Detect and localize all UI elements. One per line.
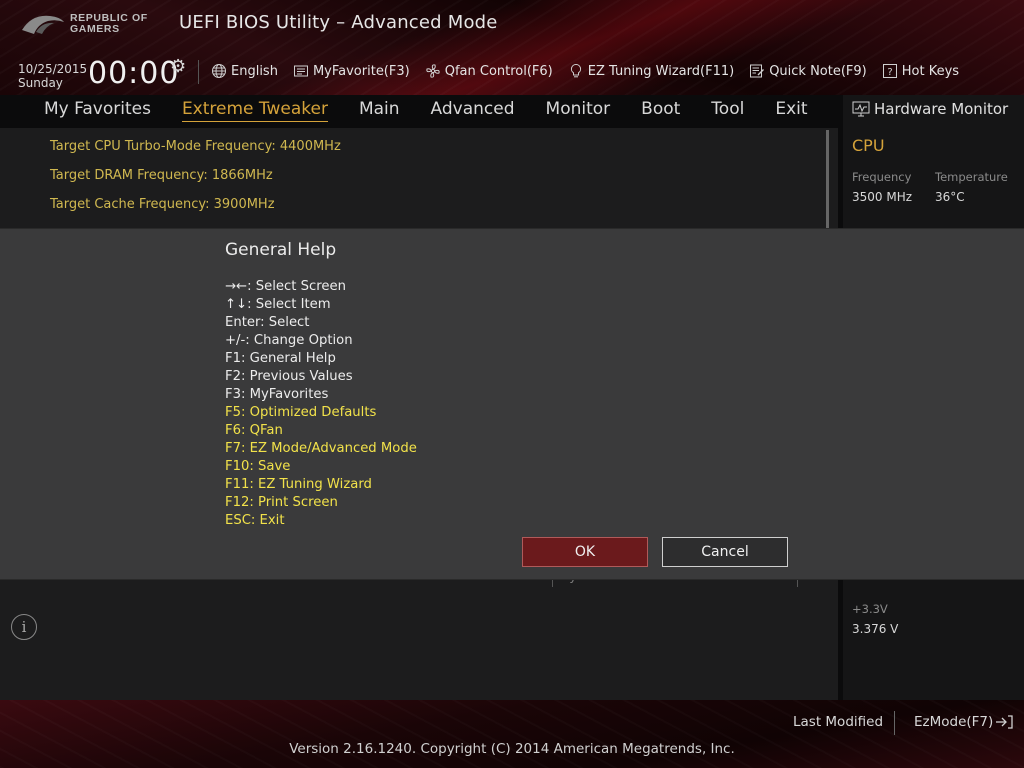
help-line: →←: Select Screen [225, 279, 346, 294]
ez-tuning-button[interactable]: EZ Tuning Wizard(F11) [567, 62, 734, 80]
rog-eye-icon [22, 15, 64, 34]
date-value: 10/25/2015 [18, 62, 88, 76]
logo-line2: GAMERS [70, 23, 120, 35]
hw-section-cpu: CPU [852, 136, 885, 155]
hot-keys-label: Hot Keys [901, 63, 960, 79]
help-line: F12: Print Screen [225, 495, 338, 510]
question-icon: ? [881, 62, 899, 80]
ez-mode-label: EzMode(F7) [914, 714, 994, 730]
copyright-text: Version 2.16.1240. Copyright (C) 2014 Am… [289, 741, 735, 757]
help-line: F2: Previous Values [225, 369, 353, 384]
app-title: UEFI BIOS Utility – Advanced Mode [179, 12, 498, 33]
help-line: F6: QFan [225, 423, 283, 438]
language-label: English [231, 63, 278, 79]
svg-text:?: ? [887, 67, 892, 78]
toolbar: English MyFavorite(F3) Qfan Control(F6) … [210, 60, 973, 82]
dialog-title: General Help [225, 240, 337, 260]
quick-note-label: Quick Note(F9) [769, 63, 867, 79]
help-line: F1: General Help [225, 351, 336, 366]
hw-voltage-value: 3.376 V [852, 622, 899, 636]
exit-arrow-icon [996, 715, 1013, 729]
tab-my-favorites[interactable]: My Favorites [44, 99, 151, 122]
fan-icon [424, 62, 442, 80]
day-value: Sunday [18, 76, 63, 90]
monitor-icon [852, 101, 870, 117]
hw-voltage-label: +3.3V [852, 602, 888, 616]
footer-background [0, 700, 1024, 768]
settings-scrollbar[interactable] [826, 130, 829, 230]
setting-item-cpu-turbo[interactable]: Target CPU Turbo-Mode Frequency: 4400MHz [50, 139, 341, 154]
tab-exit[interactable]: Exit [775, 99, 807, 122]
help-line: F3: MyFavorites [225, 387, 329, 402]
tab-tool[interactable]: Tool [711, 99, 744, 122]
hw-frequency-value: 3500 MHz [852, 190, 913, 204]
help-line: F11: EZ Tuning Wizard [225, 477, 372, 492]
info-icon[interactable]: i [11, 614, 37, 640]
setting-item-cache-frequency[interactable]: Target Cache Frequency: 3900MHz [50, 197, 275, 212]
rog-logo: REPUBLIC OF GAMERS [20, 9, 170, 39]
help-line: ESC: Exit [225, 513, 285, 528]
help-line: F7: EZ Mode/Advanced Mode [225, 441, 417, 456]
ez-mode-button[interactable]: EzMode(F7) [914, 714, 1013, 730]
time-display: 00:00 [88, 56, 180, 91]
date-display: 10/25/2015 Sunday [18, 62, 87, 90]
help-line: ↑↓: Select Item [225, 297, 331, 312]
cancel-button[interactable]: Cancel [662, 537, 788, 567]
myfavorite-icon [292, 62, 310, 80]
lightbulb-icon [567, 62, 585, 80]
tab-advanced[interactable]: Advanced [431, 99, 515, 122]
main-nav: My Favorites Extreme Tweaker Main Advanc… [44, 99, 839, 122]
help-line: +/-: Change Option [225, 333, 353, 348]
ok-button[interactable]: OK [522, 537, 648, 567]
ez-tuning-label: EZ Tuning Wizard(F11) [587, 63, 735, 79]
note-icon [748, 62, 766, 80]
footer-divider [894, 711, 895, 735]
tab-monitor[interactable]: Monitor [546, 99, 611, 122]
gear-icon[interactable]: ⚙ [170, 56, 186, 77]
toolbar-divider [198, 60, 199, 84]
hardware-monitor-label: Hardware Monitor [874, 100, 1009, 118]
last-modified-button[interactable]: Last Modified [793, 714, 883, 730]
tab-boot[interactable]: Boot [641, 99, 680, 122]
myfavorite-label: MyFavorite(F3) [312, 63, 410, 79]
tab-main[interactable]: Main [359, 99, 400, 122]
help-line: F5: Optimized Defaults [225, 405, 377, 420]
qfan-button[interactable]: Qfan Control(F6) [424, 62, 553, 80]
globe-icon [210, 62, 228, 80]
hw-temperature-value: 36°C [935, 190, 965, 204]
help-line: Enter: Select [225, 315, 310, 330]
hw-frequency-label: Frequency [852, 170, 912, 184]
tab-extreme-tweaker[interactable]: Extreme Tweaker [181, 99, 328, 122]
hw-temperature-label: Temperature [935, 170, 1008, 184]
myfavorite-button[interactable]: MyFavorite(F3) [292, 62, 410, 80]
hot-keys-button[interactable]: ? Hot Keys [881, 62, 959, 80]
setting-item-dram-frequency[interactable]: Target DRAM Frequency: 1866MHz [50, 168, 273, 183]
language-button[interactable]: English [210, 62, 278, 80]
hardware-monitor-title: Hardware Monitor [852, 100, 1008, 118]
help-line: F10: Save [225, 459, 291, 474]
quick-note-button[interactable]: Quick Note(F9) [748, 62, 867, 80]
qfan-label: Qfan Control(F6) [444, 63, 553, 79]
general-help-dialog [0, 229, 1024, 579]
